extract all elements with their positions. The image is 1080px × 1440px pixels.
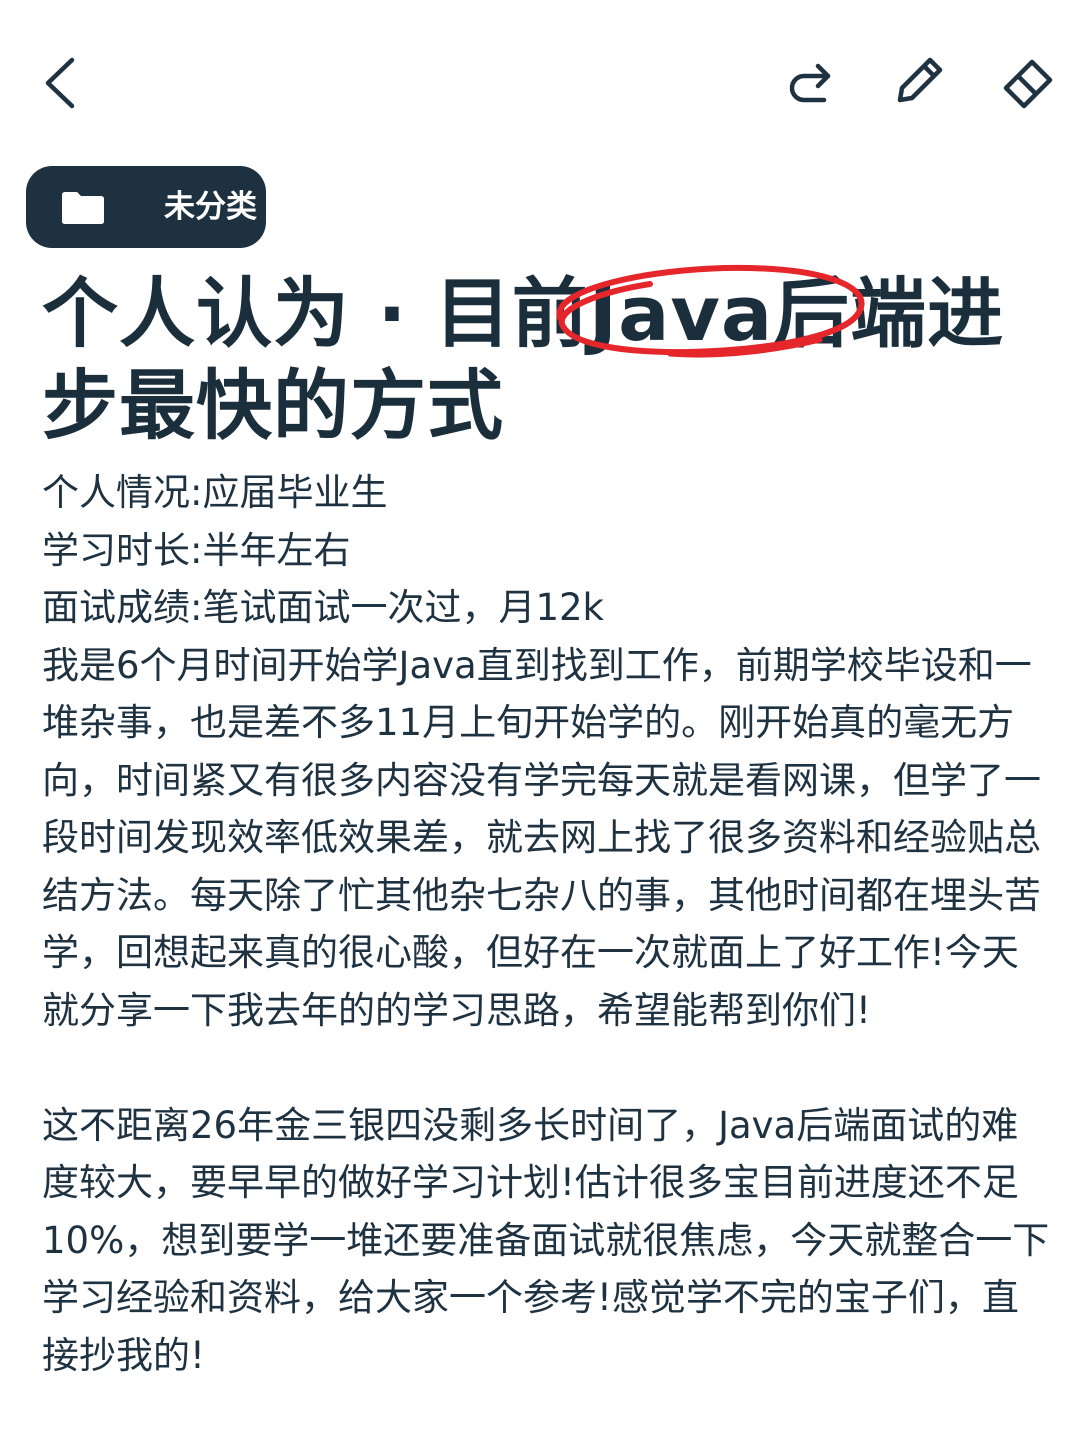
top-toolbar [0,0,1080,160]
redo-button[interactable] [778,50,842,114]
note-body[interactable]: 个人情况:应届毕业生 学习时长:半年左右 面试成绩:笔试面试一次过，月12k 我… [42,464,1052,1384]
edit-button[interactable] [886,50,950,114]
category-chip[interactable]: 未分类 [26,166,266,248]
note-title[interactable]: 个人认为 · 目前Java后端进步最快的方式 [42,268,1052,452]
redo-icon [789,63,831,103]
eraser-icon [1003,59,1053,109]
folder-icon [62,192,104,224]
body-paragraph: 这不距离26年金三银四没剩多长时间了，Java后端面试的难度较大，要早早的做好学… [42,1103,1050,1377]
category-label: 未分类 [164,189,257,225]
body-paragraph: 我是6个月时间开始学Java直到找到工作，前期学校毕设和一堆杂事，也是差不多11… [42,643,1041,1032]
pencil-icon [897,57,943,103]
note-title-area: 个人认为 · 目前Java后端进步最快的方式 [42,268,1052,452]
info-line-result: 面试成绩:笔试面试一次过，月12k [42,586,604,629]
info-line-status: 个人情况:应届毕业生 [42,471,388,514]
info-line-duration: 学习时长:半年左右 [42,528,351,572]
erase-button[interactable] [996,50,1060,114]
chevron-left-icon [45,57,75,109]
back-button[interactable] [30,50,94,114]
